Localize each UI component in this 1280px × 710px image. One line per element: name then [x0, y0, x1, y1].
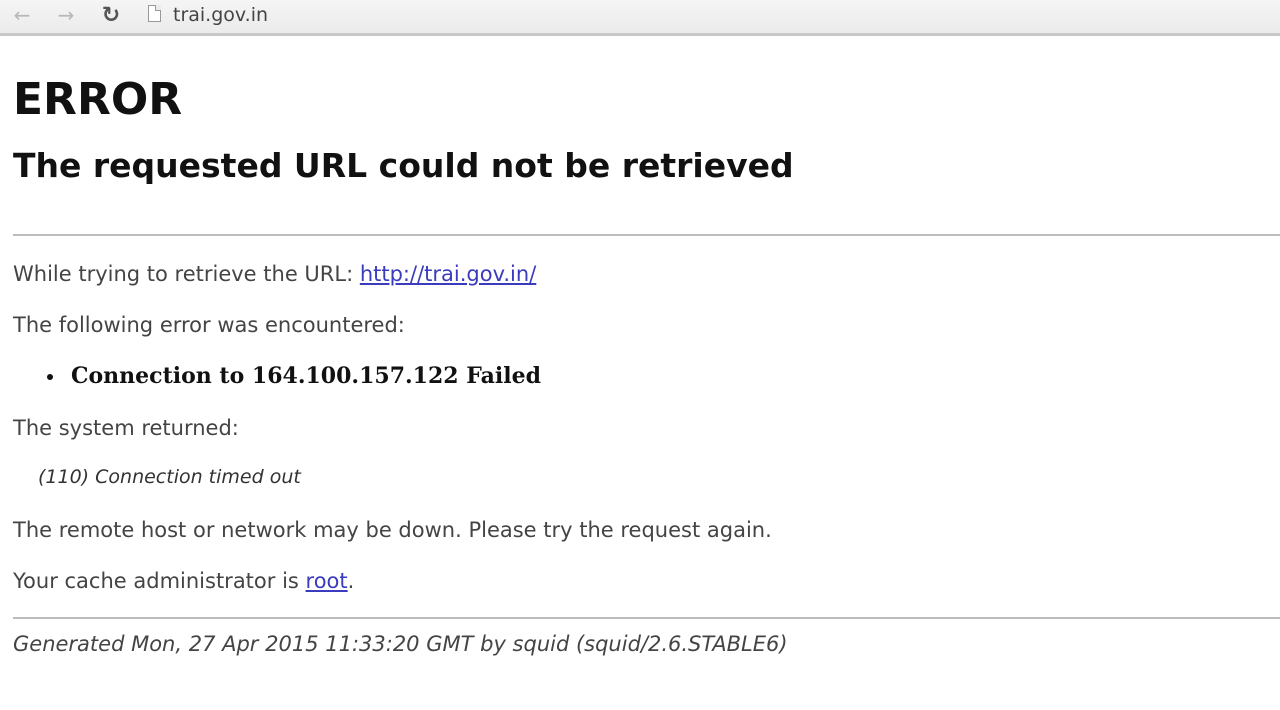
- cache-admin-suffix: .: [347, 569, 355, 593]
- address-bar[interactable]: trai.gov.in: [173, 4, 268, 26]
- remote-host-note: The remote host or network may be down. …: [13, 518, 772, 542]
- page-icon: [148, 5, 161, 22]
- page-subtitle: The requested URL could not be retrieved: [13, 146, 794, 185]
- divider-top: [13, 234, 1280, 236]
- error-code: (110) Connection timed out: [38, 466, 301, 488]
- generated-footer: Generated Mon, 27 Apr 2015 11:33:20 GMT …: [13, 632, 788, 656]
- divider-bottom: [13, 617, 1280, 619]
- retrieve-url-link[interactable]: http://trai.gov.in/: [360, 262, 536, 286]
- error-list-item: Connection to 164.100.157.122 Failed: [47, 363, 541, 389]
- cache-admin-line: Your cache administrator is root.: [13, 569, 354, 593]
- error-page: ERROR The requested URL could not be ret…: [13, 40, 1280, 656]
- error-item-text: Connection to 164.100.157.122 Failed: [71, 363, 542, 389]
- forward-arrow-icon[interactable]: →: [52, 2, 80, 28]
- bullet-icon: [47, 374, 53, 380]
- error-intro: The following error was encountered:: [13, 313, 405, 337]
- back-arrow-icon[interactable]: ←: [8, 2, 36, 28]
- cache-admin-link[interactable]: root: [306, 569, 348, 593]
- browser-toolbar: ← → ↻ trai.gov.in: [0, 0, 1280, 36]
- retrieve-url-label: While trying to retrieve the URL:: [13, 262, 360, 286]
- page-title: ERROR: [13, 74, 183, 125]
- retrieve-url-line: While trying to retrieve the URL: http:/…: [13, 262, 536, 286]
- cache-admin-label: Your cache administrator is: [13, 569, 306, 593]
- system-returned-label: The system returned:: [13, 416, 239, 440]
- reload-icon[interactable]: ↻: [97, 2, 125, 28]
